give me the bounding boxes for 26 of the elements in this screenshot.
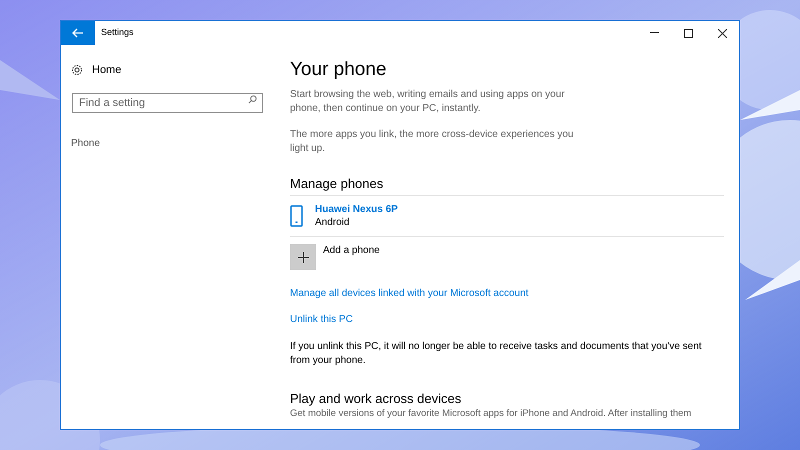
page-title: Your phone	[290, 58, 388, 82]
home-button[interactable]: Home	[71, 62, 268, 78]
section-text: Get mobile versions of your favorite Microsoft apps for iPhone and Android. After installing them	[290, 408, 692, 420]
section-heading: Manage phones	[290, 175, 384, 192]
phone-name: Huawei Nexus 6P	[315, 203, 398, 216]
link[interactable]: Unlink this PC	[290, 313, 353, 326]
section-heading: Play and work across devices	[290, 390, 462, 407]
linked-device-row[interactable]: Huawei Nexus 6P Android	[290, 196, 724, 236]
back-arrow-icon	[72, 28, 84, 38]
minimize-icon	[650, 32, 658, 34]
gear-icon	[71, 64, 83, 76]
phone-icon	[290, 205, 303, 227]
unlink-note: If you unlink this PC, it will no longer be able to receive tasks and documents that you've sent from your phone.	[290, 340, 703, 368]
back-button[interactable]	[61, 21, 95, 45]
search-field[interactable]: Find a setting	[72, 93, 263, 113]
description-text: The more apps you link, the more cross-device experiences you light up.	[290, 128, 574, 156]
description-text: Start browsing the web, writing emails and using apps on your phone, then continue on your PC, instantly.	[290, 88, 566, 116]
search-icon	[248, 95, 257, 104]
phone-os: Android	[315, 216, 350, 229]
link[interactable]: Manage all devices linked with your Microsoft account	[290, 287, 528, 300]
maximize-icon	[684, 28, 692, 38]
plus-icon	[298, 252, 308, 262]
window-title: Settings	[101, 26, 134, 40]
close-icon	[718, 28, 726, 38]
add-phone-button[interactable]: Add a phone	[290, 244, 724, 270]
sidebar-item[interactable]: Phone	[71, 134, 268, 153]
